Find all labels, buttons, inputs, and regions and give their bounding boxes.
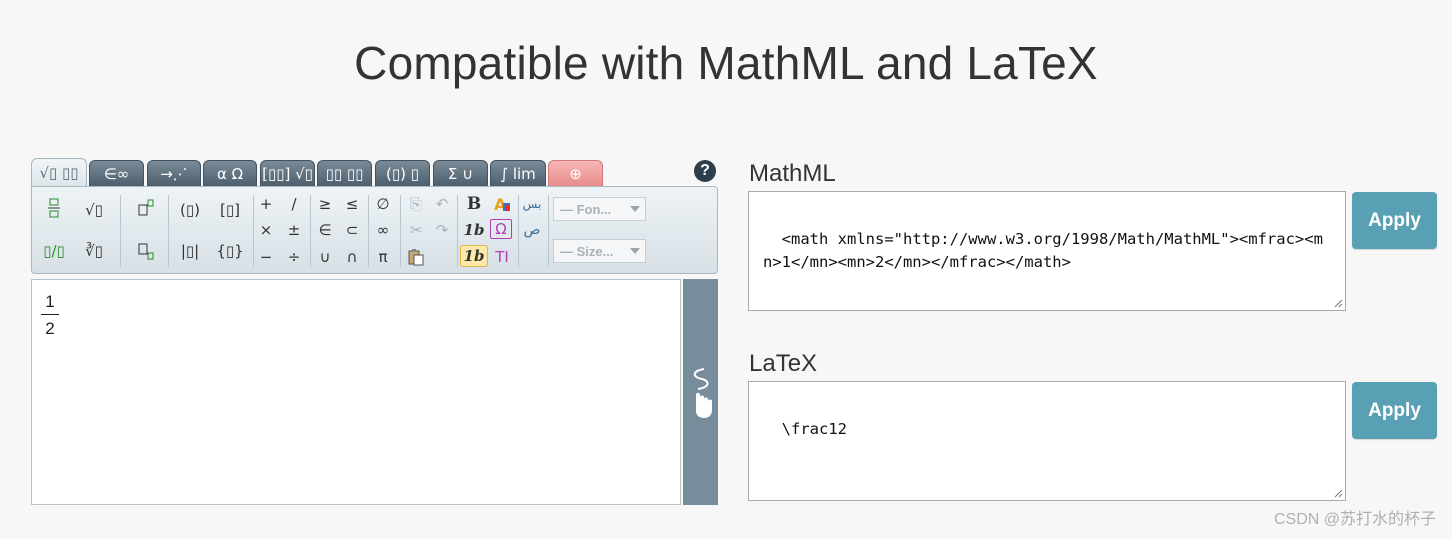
subset-button[interactable]: ⊂	[340, 219, 364, 241]
less-equal-button[interactable]: ≤	[340, 193, 364, 215]
nth-root-icon[interactable]: ∛▯	[82, 240, 106, 262]
editor-toolbar: √▯ ▯/▯ ∛▯ (▯) [▯] |▯| {▯} + / × ± − ÷ ≥ …	[31, 186, 718, 274]
copy-icon[interactable]: ⎘	[404, 193, 428, 215]
mathml-apply-button[interactable]: Apply	[1352, 192, 1437, 249]
curly-brackets-icon[interactable]: {▯}	[214, 240, 246, 262]
font-size-value: — Size...	[560, 243, 614, 259]
italic-button[interactable]: 1b	[462, 219, 486, 241]
tab-arrows[interactable]: →⋰	[147, 160, 201, 186]
divide-slash-button[interactable]: /	[282, 193, 306, 215]
help-icon[interactable]: ?	[694, 160, 716, 182]
rtl-arabic-icon[interactable]: بس	[520, 193, 544, 215]
mathml-text: <math xmlns="http://www.w3.org/1998/Math…	[763, 230, 1323, 271]
superscript-icon[interactable]	[134, 197, 158, 219]
absolute-value-icon[interactable]: |▯|	[174, 240, 206, 262]
tab-symbols[interactable]: ∈∞	[89, 160, 144, 186]
mathml-label: MathML	[749, 160, 836, 187]
text-mode-button[interactable]: TI	[490, 246, 514, 268]
cut-icon[interactable]: ✂	[404, 219, 428, 241]
infinity-button[interactable]: ∞	[371, 219, 395, 241]
latex-textarea[interactable]: \frac12	[748, 381, 1346, 501]
fraction-icon[interactable]	[42, 197, 66, 219]
intersection-button[interactable]: ∩	[340, 246, 364, 268]
formula-canvas[interactable]: 1 2	[31, 279, 681, 505]
division-button[interactable]: ÷	[282, 246, 306, 268]
minus-button[interactable]: −	[254, 246, 278, 268]
font-family-select[interactable]: — Fon...	[553, 197, 646, 221]
omega-special-char-button[interactable]: Ω	[490, 219, 512, 239]
handwriting-hand-icon	[693, 368, 712, 418]
bevelled-fraction-icon[interactable]: ▯/▯	[42, 240, 66, 262]
parentheses-icon[interactable]: (▯)	[174, 199, 206, 221]
square-brackets-icon[interactable]: [▯]	[214, 199, 246, 221]
tab-chemistry[interactable]: ⊕	[548, 160, 603, 186]
math-editor: √▯ ▯▯ ∈∞ →⋰ α Ω [▯▯] √▯ ▯▯ ▯▯ (▯) ▯ Σ ∪ …	[31, 158, 718, 505]
font-family-value: — Fon...	[560, 201, 612, 217]
fraction-display: 1 2	[41, 292, 59, 339]
tab-brackets[interactable]: (▯) ▯	[375, 160, 430, 186]
tab-matrices[interactable]: [▯▯] √▯	[260, 160, 315, 186]
tab-calculus[interactable]: ∫ lim	[490, 160, 546, 186]
handwriting-toggle[interactable]	[683, 279, 718, 505]
denominator: 2	[45, 319, 55, 338]
latex-text: \frac12	[781, 420, 847, 438]
page-title: Compatible with MathML and LaTeX	[354, 37, 1098, 89]
math-italic-toggle[interactable]: 1b	[460, 245, 488, 267]
text-color-icon[interactable]: A	[490, 193, 514, 215]
bold-button[interactable]: B	[462, 193, 486, 215]
latex-label: LaTeX	[749, 350, 818, 377]
chevron-down-icon	[630, 248, 640, 254]
times-button[interactable]: ×	[254, 219, 278, 241]
empty-set-button[interactable]: ∅	[371, 193, 395, 215]
tab-scripts[interactable]: ▯▯ ▯▯	[317, 160, 372, 186]
subscript-icon[interactable]	[134, 240, 158, 262]
union-button[interactable]: ∪	[313, 246, 337, 268]
numerator: 1	[45, 292, 55, 311]
plus-button[interactable]: +	[254, 193, 278, 215]
redo-icon[interactable]: ↷	[430, 219, 454, 241]
watermark: CSDN @苏打水的杯子	[1273, 511, 1436, 528]
pi-button[interactable]: π	[371, 246, 395, 268]
resize-grip-icon[interactable]	[1333, 488, 1343, 498]
latex-apply-button[interactable]: Apply	[1352, 382, 1437, 439]
chevron-down-icon	[630, 206, 640, 212]
paste-icon[interactable]	[404, 246, 428, 268]
tab-greek[interactable]: α Ω	[203, 160, 257, 186]
tab-fractions-roots[interactable]: √▯ ▯▯	[31, 158, 87, 186]
plus-minus-button[interactable]: ±	[282, 219, 306, 241]
rtl-script-icon[interactable]: ﺹ	[520, 219, 544, 241]
mathml-textarea[interactable]: <math xmlns="http://www.w3.org/1998/Math…	[748, 191, 1346, 311]
sqrt-icon[interactable]: √▯	[82, 199, 106, 221]
editor-tabs: √▯ ▯▯ ∈∞ →⋰ α Ω [▯▯] √▯ ▯▯ ▯▯ (▯) ▯ Σ ∪ …	[31, 158, 718, 186]
greater-equal-button[interactable]: ≥	[313, 193, 337, 215]
font-size-select[interactable]: — Size...	[553, 239, 646, 263]
resize-grip-icon[interactable]	[1333, 298, 1343, 308]
element-of-button[interactable]: ∈	[313, 219, 337, 241]
undo-icon[interactable]: ↶	[430, 193, 454, 215]
tab-big-operators[interactable]: Σ ∪	[433, 160, 488, 186]
